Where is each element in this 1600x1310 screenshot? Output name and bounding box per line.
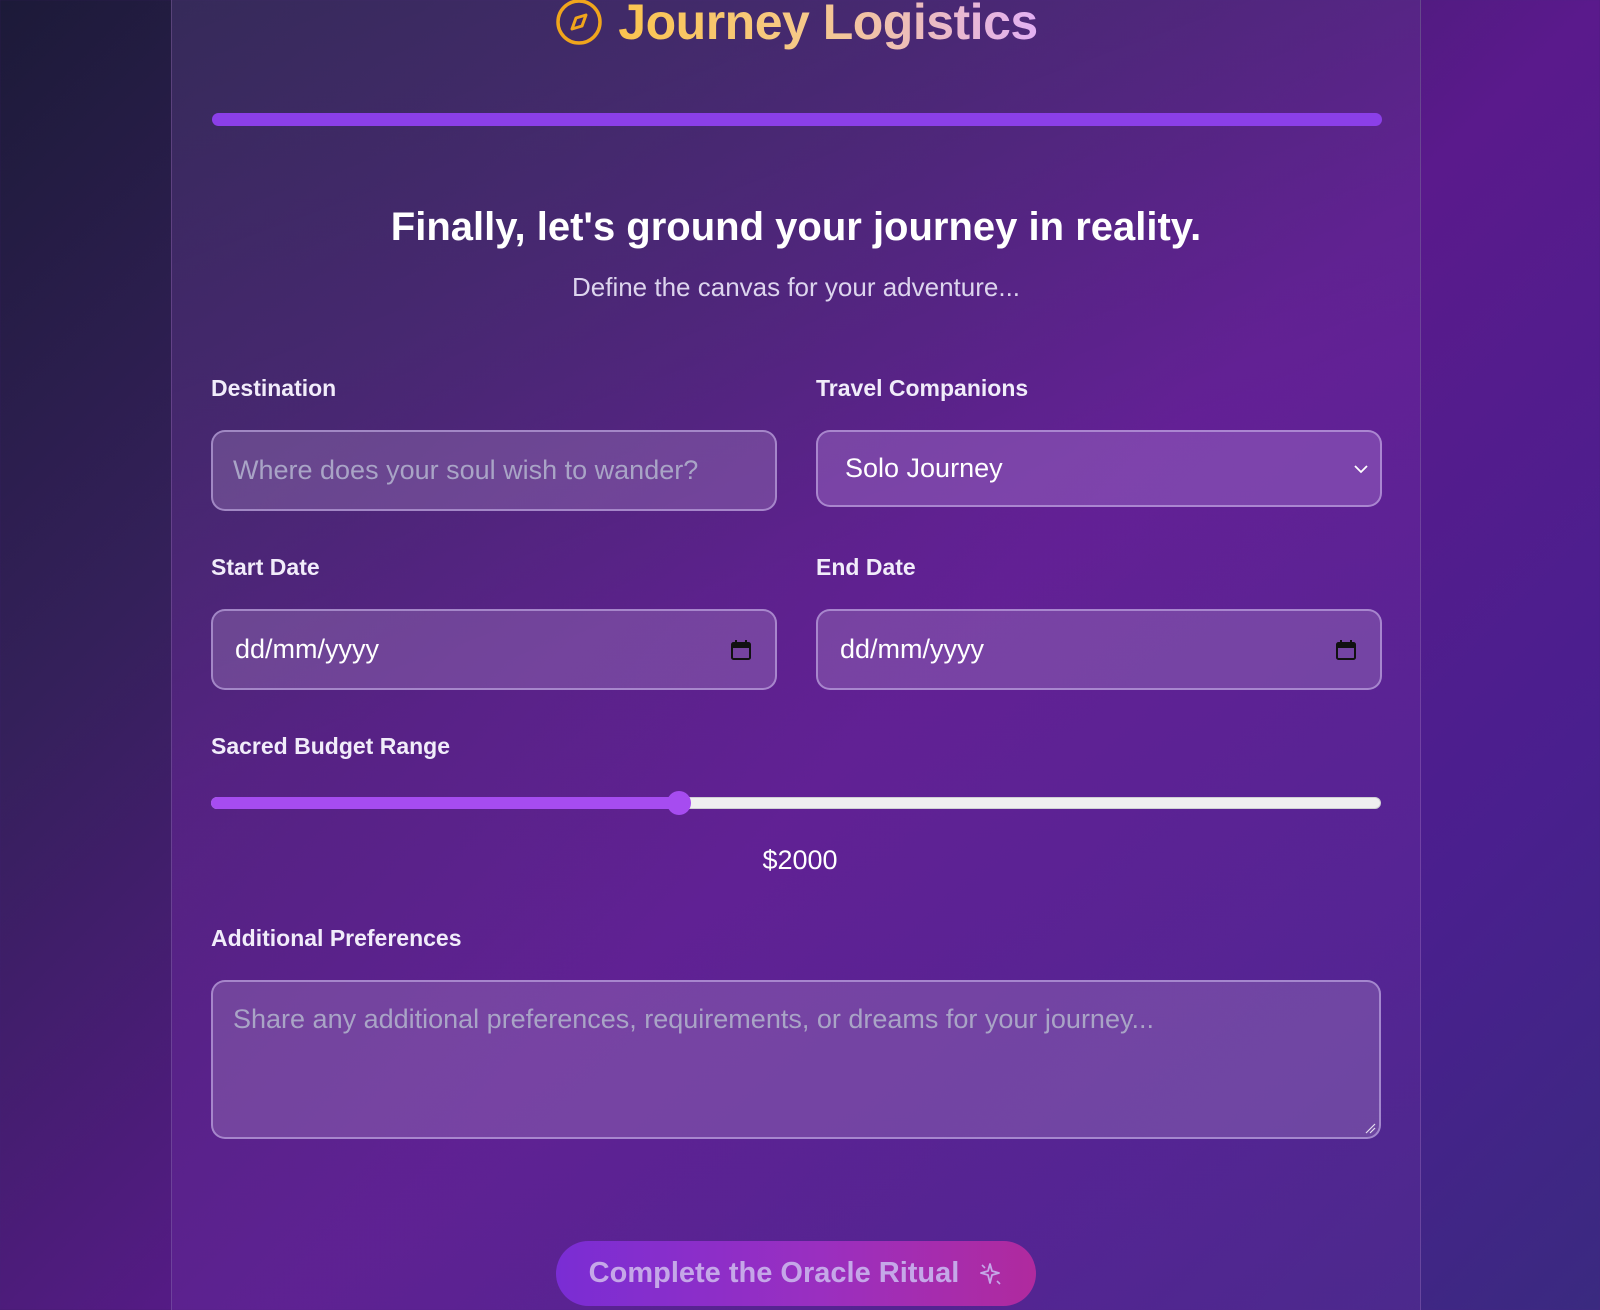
companions-label: Travel Companions xyxy=(816,375,1029,401)
start-date-value: dd/mm/yyyy xyxy=(235,634,380,664)
complete-ritual-button[interactable]: Complete the Oracle Ritual xyxy=(556,1241,1036,1306)
calendar-icon[interactable] xyxy=(1334,638,1358,662)
start-date-label: Start Date xyxy=(211,554,320,580)
preferences-field[interactable] xyxy=(211,980,1381,1139)
budget-value: $2000 xyxy=(762,845,838,875)
preferences-textarea[interactable] xyxy=(233,1002,1359,1122)
end-date-value: dd/mm/yyyy xyxy=(840,634,985,664)
preferences-label: Additional Preferences xyxy=(211,925,462,951)
destination-label: Destination xyxy=(211,375,337,401)
slider-fill xyxy=(211,797,679,809)
progress-fill xyxy=(212,113,1382,126)
chevron-down-icon xyxy=(1354,464,1368,473)
step-heading: Finally, let's ground your journey in re… xyxy=(390,205,1202,249)
brand-header: Journey Logistics xyxy=(172,0,1420,52)
progress-bar xyxy=(212,113,1382,126)
step-subheading: Define the canvas for your adventure... xyxy=(571,272,1021,302)
brand-title: Journey Logistics xyxy=(618,0,1038,51)
companions-select[interactable]: Solo Journey xyxy=(816,430,1382,507)
calendar-icon[interactable] xyxy=(729,638,753,662)
destination-field[interactable] xyxy=(211,430,777,511)
compass-icon xyxy=(556,0,603,45)
sparkle-icon xyxy=(980,1262,1001,1285)
start-date-field[interactable]: dd/mm/yyyy xyxy=(211,609,777,690)
end-date-label: End Date xyxy=(816,554,916,580)
resize-grip-icon[interactable] xyxy=(1364,1122,1376,1134)
budget-slider[interactable] xyxy=(211,791,1381,815)
end-date-field[interactable]: dd/mm/yyyy xyxy=(816,609,1382,690)
destination-input[interactable] xyxy=(233,455,775,486)
companions-value: Solo Journey xyxy=(845,453,1003,483)
complete-ritual-label: Complete the Oracle Ritual xyxy=(588,1257,960,1289)
budget-label: Sacred Budget Range xyxy=(211,733,450,759)
slider-thumb[interactable] xyxy=(667,791,691,815)
